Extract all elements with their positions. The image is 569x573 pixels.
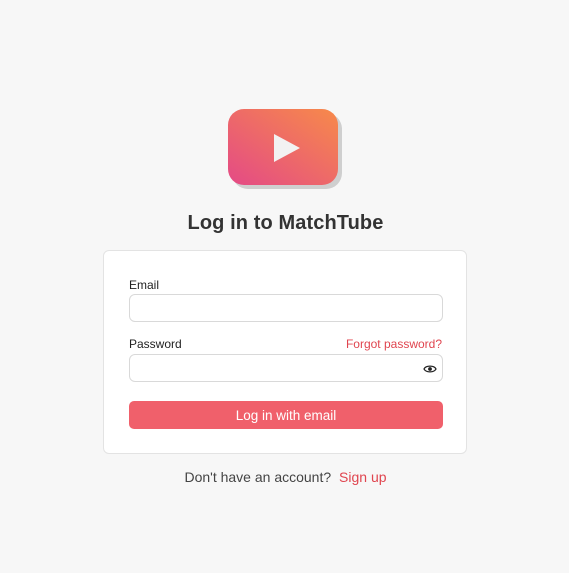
email-input[interactable]: [129, 294, 443, 322]
password-input[interactable]: [129, 354, 443, 382]
signup-link[interactable]: Sign up: [339, 469, 386, 485]
login-with-email-button[interactable]: Log in with email: [129, 401, 443, 429]
eye-icon[interactable]: [423, 362, 437, 374]
signup-row: Don't have an account? Sign up: [0, 469, 569, 485]
play-button-icon: [228, 109, 342, 189]
email-label: Email: [129, 278, 160, 292]
login-card: Email Password Forgot password? Log in w…: [103, 250, 467, 454]
password-label: Password: [129, 337, 182, 351]
page-title: Log in to MatchTube: [187, 212, 384, 234]
forgot-password-link[interactable]: Forgot password?: [346, 337, 442, 351]
login-page: Log in to MatchTube Email Password Forgo…: [0, 0, 569, 573]
signup-prompt: Don't have an account?: [184, 469, 332, 485]
matchtube-logo: [228, 109, 342, 189]
